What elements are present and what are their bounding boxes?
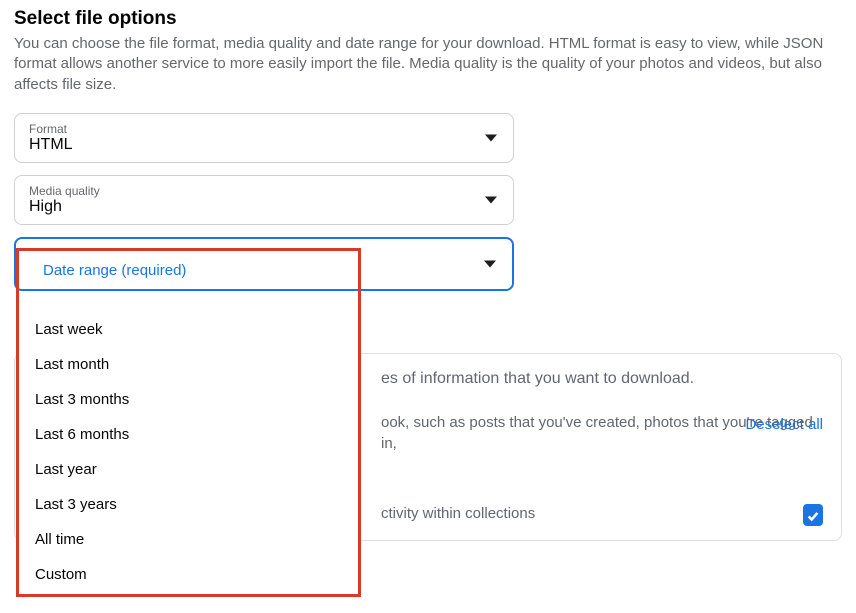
option-all-time[interactable]: All time: [17, 522, 360, 557]
option-last-year[interactable]: Last year: [17, 452, 360, 487]
date-range-label: Date range (required): [43, 262, 186, 279]
page-title: Select file options: [14, 8, 842, 30]
format-value: HTML: [29, 136, 499, 154]
option-last-month[interactable]: Last month: [17, 347, 360, 382]
date-range-options-list: Last week Last month Last 3 months Last …: [17, 306, 360, 598]
check-icon: [806, 509, 820, 523]
format-select[interactable]: Format HTML: [14, 113, 514, 163]
date-range-select[interactable]: Date range (required): [14, 237, 514, 291]
media-quality-select[interactable]: Media quality High: [14, 175, 514, 225]
option-last-week[interactable]: Last week: [17, 312, 360, 347]
option-custom[interactable]: Custom: [17, 557, 360, 592]
format-label: Format: [29, 122, 499, 136]
media-quality-label: Media quality: [29, 184, 499, 198]
option-last-3-months[interactable]: Last 3 months: [17, 382, 360, 417]
deselect-all-link[interactable]: Deselect all: [745, 416, 823, 433]
option-last-3-years[interactable]: Last 3 years: [17, 487, 360, 522]
checkbox[interactable]: [803, 506, 823, 526]
caret-down-icon: [484, 260, 496, 267]
media-quality-value: High: [29, 198, 499, 216]
info-row-text: ctivity within collections: [381, 505, 535, 522]
page-description: You can choose the file format, media qu…: [14, 34, 842, 95]
option-last-6-months[interactable]: Last 6 months: [17, 417, 360, 452]
caret-down-icon: [485, 134, 497, 141]
caret-down-icon: [485, 196, 497, 203]
